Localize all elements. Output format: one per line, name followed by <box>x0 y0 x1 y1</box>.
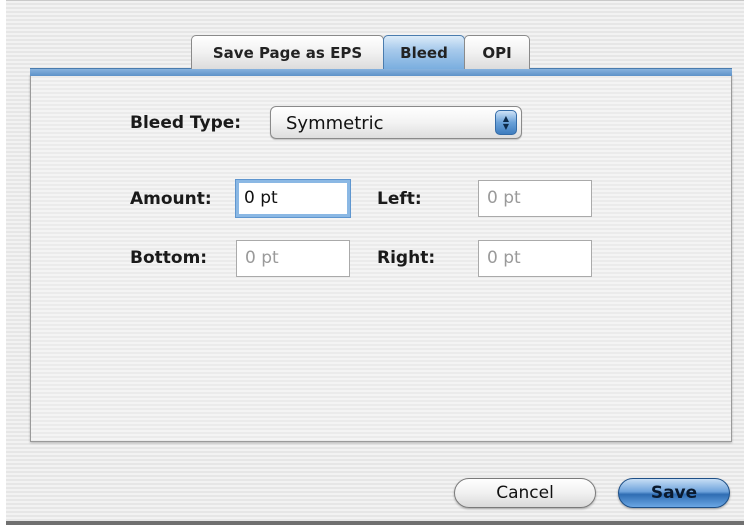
cancel-button[interactable]: Cancel <box>454 478 596 508</box>
bottom-field[interactable]: 0 pt <box>236 240 350 277</box>
tab-strip: Save Page as EPS Bleed OPI <box>191 35 530 69</box>
tab-save-page-as-eps[interactable]: Save Page as EPS <box>191 35 384 69</box>
popup-arrows-icon: ▲ ▼ <box>495 110 517 135</box>
bleed-type-label: Bleed Type: <box>130 113 242 133</box>
amount-field[interactable]: 0 pt <box>236 180 350 217</box>
bleed-type-value: Symmetric <box>286 113 384 134</box>
right-field[interactable]: 0 pt <box>478 240 592 277</box>
bottom-label: Bottom: <box>130 248 208 268</box>
bleed-type-popup[interactable]: Symmetric ▲ ▼ <box>270 106 522 139</box>
tab-opi[interactable]: OPI <box>464 35 530 69</box>
window-bottom-edge <box>6 521 744 525</box>
right-label: Right: <box>377 248 436 268</box>
tab-bleed[interactable]: Bleed <box>383 35 465 69</box>
save-button[interactable]: Save <box>618 478 730 508</box>
amount-label: Amount: <box>130 189 212 209</box>
tab-bar-divider <box>30 68 732 76</box>
left-label: Left: <box>377 189 422 209</box>
left-field[interactable]: 0 pt <box>478 180 592 217</box>
